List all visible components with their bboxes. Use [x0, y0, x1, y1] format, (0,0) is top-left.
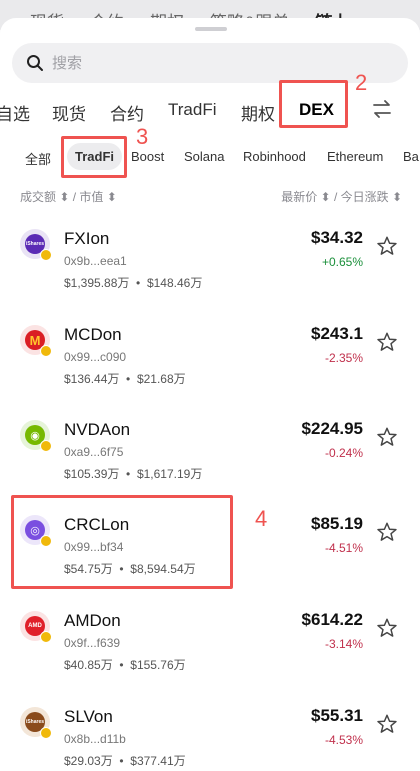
search-input[interactable] [52, 54, 352, 72]
chip-all[interactable]: 全部 [25, 149, 51, 168]
token-name: FXIon [64, 229, 110, 248]
token-volume: $136.44万 [64, 372, 120, 386]
star-icon[interactable] [376, 235, 398, 257]
token-price: $85.19 [311, 514, 363, 533]
chip-base[interactable]: Ba [403, 149, 419, 164]
token-name: MCDon [64, 325, 122, 344]
table-header: 成交额 ⬍ / 市值 ⬍ 最新价 ⬍ / 今日涨跌 ⬍ [0, 188, 420, 208]
token-stats: $105.39万 • $1,617.19万 [64, 467, 203, 481]
chip-boost[interactable]: Boost [131, 149, 164, 164]
token-price: $243.1 [311, 324, 363, 343]
search-icon [27, 55, 43, 71]
token-stats: $40.85万 • $155.76万 [64, 658, 186, 672]
bnb-chain-badge-icon [40, 440, 52, 452]
token-price: $55.31 [311, 706, 363, 725]
token-mcap: $1,617.19万 [136, 467, 203, 481]
tab-spot[interactable]: 现货 [52, 100, 86, 125]
token-stats: $29.03万 • $377.41万 [64, 754, 186, 768]
annotation-box-crcl [11, 495, 233, 589]
token-address: 0x9b...eea1 [64, 254, 127, 268]
star-icon[interactable] [376, 713, 398, 735]
token-row[interactable]: iShares FXIon 0x9b...eea1 $1,395.88万 • $… [0, 221, 420, 316]
annotation-number: 2 [355, 70, 368, 95]
token-volume: $40.85万 [64, 658, 113, 672]
token-stats: $1,395.88万 • $148.46万 [64, 276, 203, 290]
bnb-chain-badge-icon [40, 727, 52, 739]
star-icon[interactable] [376, 426, 398, 448]
annotation-number: 4 [255, 506, 268, 531]
token-price: $34.32 [311, 228, 363, 247]
swap-icon[interactable] [371, 98, 393, 120]
star-icon[interactable] [376, 331, 398, 353]
bnb-chain-badge-icon [40, 249, 52, 261]
chip-ethereum[interactable]: Ethereum [327, 149, 383, 164]
token-change: +0.65% [321, 255, 363, 269]
tab-futures[interactable]: 合约 [110, 100, 144, 125]
tab-watchlist[interactable]: 自选 [0, 100, 30, 125]
token-row[interactable]: iShares SLVon 0x8b...d11b $29.03万 • $377… [0, 699, 420, 771]
token-stats: $136.44万 • $21.68万 [64, 372, 186, 386]
token-address: 0x99...c090 [64, 350, 127, 364]
token-change: -4.51% [324, 541, 363, 555]
annotation-number: 3 [136, 124, 149, 149]
token-row[interactable]: M MCDon 0x99...c090 $136.44万 • $21.68万 $… [0, 317, 420, 412]
chip-robinhood[interactable]: Robinhood [243, 149, 306, 164]
search-bar[interactable] [12, 43, 408, 83]
token-mcap: $155.76万 [130, 658, 186, 672]
token-volume: $29.03万 [64, 754, 113, 768]
star-icon[interactable] [376, 521, 398, 543]
token-name: NVDAon [64, 420, 131, 439]
tab-tradfi[interactable]: TradFi [168, 100, 217, 120]
token-volume: $105.39万 [64, 467, 120, 481]
token-change: -0.24% [324, 446, 363, 460]
token-name: AMDon [64, 611, 121, 630]
token-mcap: $148.46万 [146, 276, 203, 290]
token-row[interactable]: ◉ NVDAon 0xa9...6f75 $105.39万 • $1,617.1… [0, 412, 420, 507]
token-address: 0x9f...f639 [64, 636, 121, 650]
token-address: 0xa9...6f75 [64, 445, 124, 459]
token-price: $614.22 [301, 610, 363, 629]
bnb-chain-badge-icon [40, 631, 52, 643]
annotation-box-tradfi [61, 136, 127, 178]
token-price: $224.95 [301, 419, 363, 438]
token-name: SLVon [64, 707, 113, 726]
annotation-box-dex [279, 80, 348, 128]
chip-solana[interactable]: Solana [184, 149, 224, 164]
sort-volume-mcap[interactable]: 成交额 ⬍ / 市值 ⬍ [20, 188, 117, 205]
category-tabs: 自选 现货 合约 TradFi 期权 DEX [0, 94, 420, 134]
token-change: -2.35% [324, 351, 363, 365]
token-change: -3.14% [324, 637, 363, 651]
token-row[interactable]: AMD AMDon 0x9f...f639 $40.85万 • $155.76万… [0, 603, 420, 698]
token-change: -4.53% [324, 733, 363, 747]
bnb-chain-badge-icon [40, 345, 52, 357]
market-bottom-sheet: 自选 现货 合约 TradFi 期权 DEX 全部 TradFi Boost S… [0, 18, 420, 771]
sheet-drag-handle[interactable] [195, 27, 227, 31]
token-mcap: $21.68万 [136, 372, 186, 386]
sort-price-change[interactable]: 最新价 ⬍ / 今日涨跌 ⬍ [281, 188, 402, 205]
token-address: 0x8b...d11b [64, 732, 126, 746]
tab-options[interactable]: 期权 [241, 100, 275, 125]
star-icon[interactable] [376, 617, 398, 639]
token-volume: $1,395.88万 [64, 276, 130, 290]
token-mcap: $377.41万 [130, 754, 186, 768]
